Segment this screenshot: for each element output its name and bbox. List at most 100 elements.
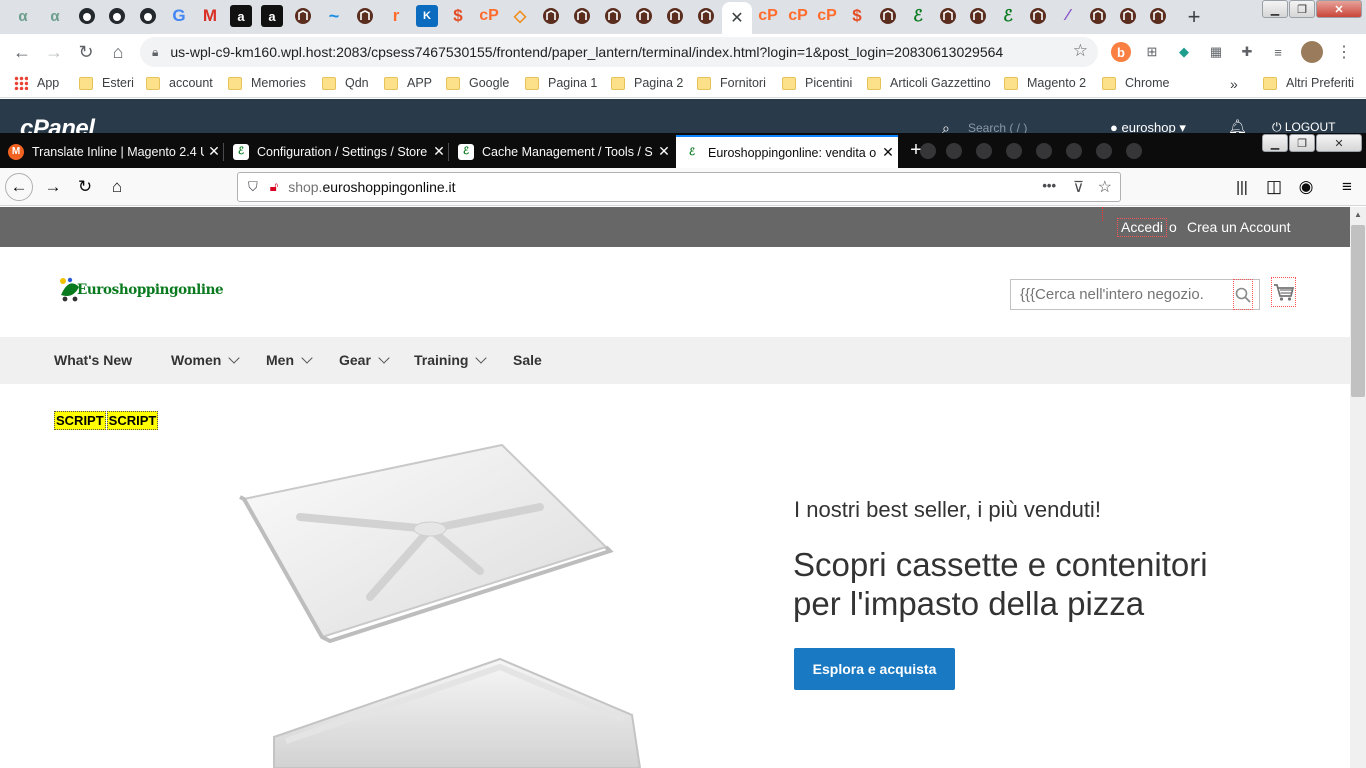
hero-product-image[interactable] — [230, 437, 650, 768]
magento-icon[interactable] — [571, 5, 593, 27]
bookmark-picentini[interactable]: Picentini — [782, 76, 852, 90]
insecure-lock-icon[interactable]: 🔓︎ — [270, 179, 278, 195]
cpanel-user-menu[interactable]: ● euroshop ▾ — [1110, 120, 1186, 133]
ff-home-icon[interactable]: ⌂ — [103, 173, 131, 201]
bookmark-pagina-2[interactable]: Pagina 2 — [611, 76, 683, 90]
nav-item-sale[interactable]: Sale — [513, 352, 542, 368]
ff-forward-arrow-icon[interactable]: → — [39, 173, 67, 201]
active-tab-close-button[interactable]: ✕ — [722, 2, 752, 34]
ff-menu-icon[interactable]: ≡ — [1333, 173, 1361, 201]
bookmark-pagina-1[interactable]: Pagina 1 — [525, 76, 597, 90]
bookmark-star-icon[interactable]: ☆ — [1073, 41, 1088, 61]
chrome-menu-icon[interactable]: ⋮ — [1334, 42, 1354, 62]
home-icon[interactable]: ⌂ — [104, 38, 132, 66]
more-bookmarks-button[interactable]: » — [1230, 76, 1238, 92]
magento-icon[interactable] — [1117, 5, 1139, 27]
extension-grid-icon[interactable]: ⊞ — [1142, 42, 1162, 62]
cpanel-icon[interactable]: cP — [787, 5, 809, 27]
magento-icon[interactable] — [937, 5, 959, 27]
media-control-icon[interactable]: ≡ — [1268, 42, 1288, 62]
firefox-tab[interactable]: M Translate Inline | Magento 2.4 U ✕ — [0, 135, 224, 168]
firefox-tab-active[interactable]: ℰ Euroshoppingonline: vendita o ✕ — [676, 135, 898, 168]
bookmark-apps[interactable]: App — [14, 76, 59, 90]
extension-bulb-icon[interactable]: ◆ — [1174, 42, 1194, 62]
magento-icon[interactable] — [695, 5, 717, 27]
scroll-up-icon[interactable]: ▲ — [1354, 210, 1362, 219]
bookmark-star-icon[interactable]: ☆ — [1098, 177, 1112, 197]
app-icon[interactable]: K — [416, 5, 438, 27]
close-tab-icon[interactable]: ✕ — [429, 143, 449, 160]
extension-b-icon[interactable]: b — [1111, 42, 1131, 62]
ff-maximize-icon[interactable]: ❐ — [1289, 134, 1315, 152]
minimize-icon[interactable]: ▁ — [1262, 0, 1288, 18]
magento-icon[interactable] — [354, 5, 376, 27]
magento-icon[interactable] — [967, 5, 989, 27]
extensions-puzzle-icon[interactable]: ✚ — [1237, 42, 1257, 62]
github-icon[interactable] — [137, 5, 159, 27]
github-icon[interactable] — [106, 5, 128, 27]
cpanel-logo[interactable]: cPanel — [20, 115, 95, 133]
gmail-icon[interactable]: M — [199, 5, 221, 27]
tab-favicon-alpha-icon[interactable]: α — [44, 5, 66, 27]
library-icon[interactable]: ||| — [1228, 173, 1256, 201]
swift-icon[interactable]: $ — [447, 5, 469, 27]
pocket-icon[interactable]: ⊽ — [1073, 178, 1084, 196]
account-icon[interactable]: ◉ — [1292, 173, 1320, 201]
cpanel-icon[interactable]: cP — [816, 5, 838, 27]
amazon-icon[interactable]: a — [230, 5, 252, 27]
nav-item-training[interactable]: Training — [414, 352, 488, 368]
github-icon[interactable] — [76, 5, 98, 27]
bookmark-articoli-gazzettino[interactable]: Articoli Gazzettino — [867, 76, 991, 90]
firefox-tab[interactable]: ℰ Cache Management / Tools / S ✕ — [450, 135, 674, 168]
bell-icon[interactable]: 🔔︎ — [1228, 118, 1247, 133]
magento-icon[interactable] — [602, 5, 624, 27]
bookmark-magento-2[interactable]: Magento 2 — [1004, 76, 1086, 90]
ff-back-arrow-icon[interactable]: ← — [5, 173, 33, 201]
forward-arrow-icon[interactable]: → — [40, 38, 68, 66]
google-icon[interactable]: G — [168, 5, 190, 27]
amazon-icon[interactable]: a — [261, 5, 283, 27]
bird-icon[interactable]: ~ — [323, 5, 345, 27]
tab-favicon-alpha-icon[interactable]: α — [12, 5, 34, 27]
magento-icon[interactable] — [664, 5, 686, 27]
shield-icon[interactable]: ⛉ — [248, 179, 258, 195]
site-logo[interactable]: Euroshoppingonline — [57, 275, 224, 305]
firefox-url-bar[interactable]: ⛉ 🔓︎ shop. euroshoppingonline.it ••• ⊽ ☆ — [237, 172, 1121, 202]
firefox-tab[interactable]: ℰ Configuration / Settings / Store ✕ — [225, 135, 449, 168]
cpanel-search-input[interactable]: Search ( / ) — [968, 121, 1027, 133]
bookmark-fornitori[interactable]: Fornitori — [697, 76, 766, 90]
sidebar-icon[interactable]: ◫ — [1260, 173, 1288, 201]
login-link[interactable]: Accedi — [1117, 218, 1168, 237]
profile-avatar[interactable] — [1301, 41, 1323, 63]
chrome-address-bar[interactable]: 🔒︎ us-wpl-c9-km160.wpl.host:2083/cpsess7… — [140, 37, 1098, 67]
new-tab-button[interactable]: + — [1180, 4, 1208, 30]
search-input[interactable]: {{{Cerca nell'intero negozio. — [1020, 286, 1230, 303]
bookmark-google[interactable]: Google — [446, 76, 509, 90]
close-tab-icon[interactable]: ✕ — [654, 143, 674, 160]
magento-icon[interactable] — [633, 5, 655, 27]
cpanel-logout-button[interactable]: ⏻ LOGOUT — [1272, 120, 1336, 133]
bookmark-chrome[interactable]: Chrome — [1102, 76, 1169, 90]
scrollbar-thumb[interactable] — [1351, 225, 1365, 397]
script-r-icon[interactable]: r — [385, 5, 407, 27]
swift-icon[interactable]: $ — [846, 5, 868, 27]
euroshopping-icon[interactable]: ℰ — [997, 5, 1019, 27]
search-icon[interactable] — [1233, 279, 1253, 310]
magento-icon[interactable] — [877, 5, 899, 27]
magento-icon[interactable] — [1027, 5, 1049, 27]
close-window-icon[interactable]: ✕ — [1316, 0, 1362, 18]
bookmark-qdn[interactable]: Qdn — [322, 76, 369, 90]
close-tab-icon[interactable]: ✕ — [204, 143, 224, 160]
bookmark-app[interactable]: APP — [384, 76, 432, 90]
back-arrow-icon[interactable]: ← — [8, 38, 36, 66]
nav-item-whats-new[interactable]: What's New — [54, 352, 132, 368]
page-scrollbar[interactable]: ▲ — [1350, 207, 1366, 768]
nav-item-men[interactable]: Men — [266, 352, 313, 368]
close-tab-icon[interactable]: ✕ — [878, 144, 898, 161]
euroshopping-icon[interactable]: ℰ — [907, 5, 929, 27]
magento-icon[interactable] — [1087, 5, 1109, 27]
maximize-icon[interactable]: ❐ — [1289, 0, 1315, 18]
ff-close-window-icon[interactable]: ✕ — [1316, 134, 1362, 152]
ff-minimize-icon[interactable]: ▁ — [1262, 134, 1288, 152]
nav-item-gear[interactable]: Gear — [339, 352, 390, 368]
